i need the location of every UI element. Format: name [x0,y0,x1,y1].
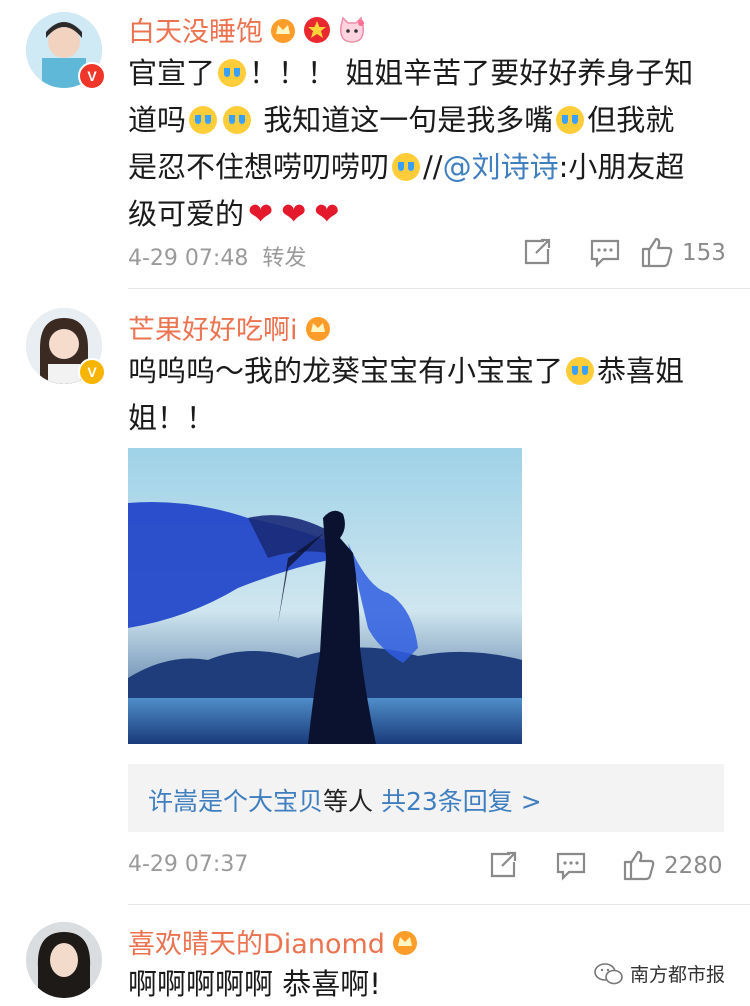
watermark: 南方都市报 [594,960,725,987]
share-button[interactable] [488,850,518,884]
crying-emoji-icon [218,59,247,87]
crown-badge-icon [391,928,419,963]
star-badge-icon [303,16,331,51]
comment-icon [556,852,586,881]
like-button[interactable] [622,849,656,885]
avatar[interactable] [26,922,102,998]
username[interactable]: 芒果好好吃啊i [128,308,332,349]
crying-emoji-icon [556,106,585,134]
share-button[interactable] [522,237,552,271]
username[interactable]: 喜欢晴天的Dianomd [128,922,419,963]
mention-link[interactable]: @刘诗诗 [443,150,559,184]
crown-badge-icon [304,314,332,349]
comment-meta: 4-29 07:48 转发 [128,240,306,272]
verified-icon: V [78,358,106,386]
forward-link[interactable]: 转发 [262,246,306,271]
reply-count-link[interactable]: 共23条回复 > [381,787,542,816]
heart-emoji-icon: ❤ [314,197,340,232]
cat-badge-icon [337,16,367,51]
like-button[interactable] [640,236,674,272]
share-icon [524,238,551,265]
share-icon [490,851,517,878]
like-count: 2280 [664,853,723,879]
reply-button[interactable] [589,238,621,272]
divider [128,904,750,905]
comment-icon [590,239,620,268]
wechat-icon [594,963,623,985]
crying-emoji-icon [189,106,218,134]
like-count: 153 [682,240,726,266]
comment-text: 官宣了！！！ 姐姐辛苦了要好好养身子知 道吗 我知道这一句是我多嘴 但我就 是忍不… [128,56,694,232]
heart-emoji-icon: ❤ [281,197,307,232]
reply-summary[interactable]: 许嵩是个大宝贝等人 共23条回复 > [128,764,724,832]
crying-emoji-icon [392,153,421,181]
username[interactable]: 白天没睡饱 [128,10,367,51]
thumbs-up-icon [641,237,673,268]
crown-badge-icon [269,16,297,51]
crying-emoji-icon [223,106,252,134]
reply-names[interactable]: 许嵩是个大宝贝 [148,787,323,816]
comment-time: 4-29 07:37 [128,852,249,877]
reply-button[interactable] [555,851,587,885]
verified-icon: V [78,62,106,90]
comment-text: 呜呜呜～我的龙葵宝宝有小宝宝了 恭喜姐 姐！！ [128,354,685,435]
heart-emoji-icon: ❤ [248,197,274,232]
comment-image[interactable] [128,448,522,744]
thumbs-up-icon [623,850,655,881]
comment-time: 4-29 07:48 [128,246,249,271]
reply-middle: 等人 [323,787,374,816]
divider [128,288,750,289]
crying-emoji-icon [566,357,595,385]
